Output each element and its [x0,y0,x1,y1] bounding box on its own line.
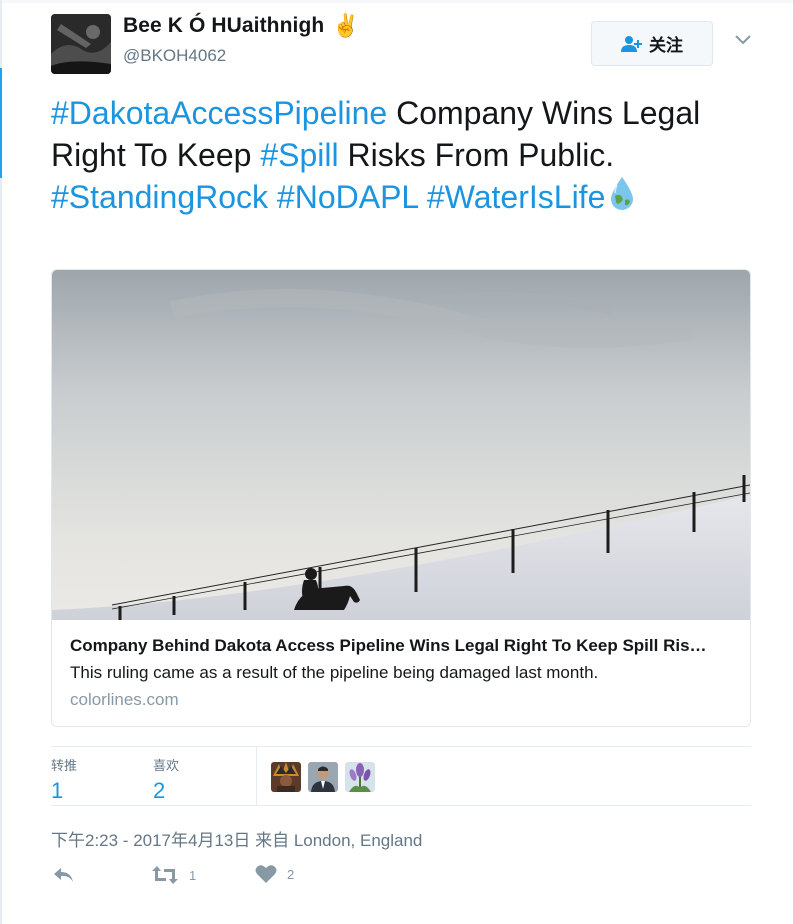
earth-water-drop-emoji [609,176,635,222]
reply-button[interactable] [51,864,75,886]
liker-avatar-flowers[interactable] [345,762,375,792]
liker-avatar-headdress[interactable] [271,762,301,792]
link-card[interactable]: Company Behind Dakota Access Pipeline Wi… [51,269,751,727]
left-edge-mark [0,68,2,178]
tweet-text-segment [268,179,277,215]
card-image[interactable] [52,270,750,620]
retweet-stat[interactable]: 转推 1 [51,755,77,804]
stats-separator [256,747,257,805]
card-domain: colorlines.com [70,690,179,709]
tweet-text-segment: Risks From Public. [338,137,615,173]
display-name[interactable]: Bee K Ó HUaithnigh [123,14,324,38]
user-avatar[interactable] [51,14,111,74]
stats-top-divider [51,746,751,747]
follow-button[interactable]: 关注 [591,21,713,66]
retweet-icon [152,866,178,884]
like-stat-label: 喜欢 [153,758,180,773]
reply-icon [54,868,73,882]
stats-bottom-divider [51,805,751,806]
retweet-stat-label: 转推 [51,758,78,773]
liker-avatars [271,762,382,792]
retweet-button[interactable]: 1 [151,864,196,886]
chevron-down-icon[interactable] [734,33,752,47]
hashtag-link[interactable]: #StandingRock [51,179,268,215]
hashtag-link[interactable]: #WaterIsLife [427,179,605,215]
like-count: 2 [287,866,295,882]
user-handle[interactable]: @BKOH4062 [123,46,226,66]
card-description: This ruling came as a result of the pipe… [70,663,599,682]
retweet-stat-value: 1 [51,778,64,803]
top-edge [0,0,793,3]
hashtag-link[interactable]: #DakotaAccessPipeline [51,95,387,131]
heart-icon [255,865,277,883]
tweet-timestamp[interactable]: 下午2:23 - 2017年4月13日 来自 London, England [51,826,422,851]
like-button[interactable]: 2 [255,864,294,884]
like-stat[interactable]: 喜欢 2 [153,755,179,804]
follow-button-label: 关注 [649,36,683,55]
tweet-segments: #DakotaAccessPipeline Company Wins Legal… [51,95,700,215]
left-edge [0,0,2,924]
like-stat-value: 2 [153,778,166,803]
name-row: Bee K Ó HUaithnigh ✌ [123,14,360,38]
tweet-text: #DakotaAccessPipeline Company Wins Legal… [51,92,751,222]
card-title: Company Behind Dakota Access Pipeline Wi… [70,636,707,655]
hashtag-link[interactable]: #NoDAPL [277,179,418,215]
tweet-text-segment [418,179,427,215]
liker-avatar-man-suit[interactable] [308,762,338,792]
add-user-icon [621,35,642,52]
hashtag-link[interactable]: #Spill [260,137,338,173]
retweet-count: 1 [189,867,197,883]
victory-hand-emoji: ✌ [332,13,360,38]
